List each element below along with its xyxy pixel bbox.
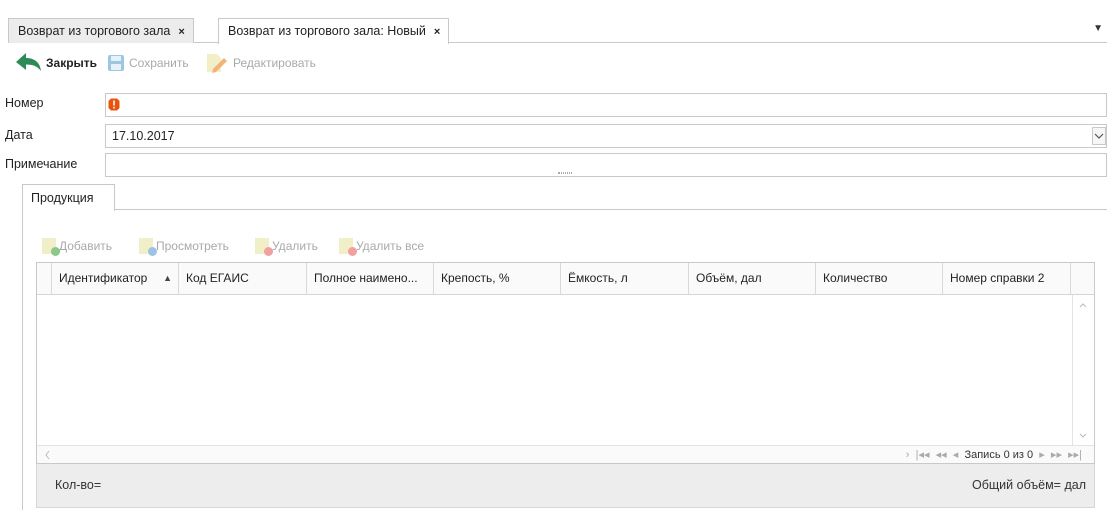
delete-button-label: Удалить: [272, 239, 318, 253]
chevron-down-icon: [1094, 133, 1104, 139]
products-table: Идентификатор ▲ Код ЕГАИС Полное наимено…: [36, 262, 1095, 464]
scroll-up-icon[interactable]: [1073, 299, 1093, 311]
scroll-left-icon[interactable]: [41, 448, 55, 462]
tab-return-new[interactable]: Возврат из торгового зала: Новый ×: [218, 18, 450, 44]
count-summary: Кол-во=: [55, 478, 102, 492]
inner-tab-bar: Продукция: [22, 181, 1107, 211]
tab-return-list[interactable]: Возврат из торгового зала ×: [8, 18, 194, 43]
close-tab-icon[interactable]: ×: [178, 26, 184, 38]
column-header-label: Ёмкость, л: [568, 271, 628, 285]
next-record-icon[interactable]: ▸: [1039, 449, 1045, 461]
note-field[interactable]: [105, 153, 1107, 177]
view-button[interactable]: Просмотреть: [139, 236, 229, 256]
row-selector-header: [37, 263, 52, 294]
back-arrow-icon: [16, 53, 41, 71]
tab-products-label: Продукция: [31, 191, 94, 205]
floppy-disk-icon: [108, 55, 124, 71]
delete-all-button-label: Удалить все: [356, 239, 425, 253]
column-header-certificate-number[interactable]: Номер справки 2: [943, 263, 1071, 294]
error-icon: [108, 98, 120, 111]
close-button-label: Закрыть: [46, 56, 98, 70]
pager-text: Запись 0 из 0: [964, 449, 1034, 461]
prev-page-icon[interactable]: ◂◂: [936, 449, 947, 461]
horizontal-scrollbar[interactable]: › |◂◂ ◂◂ ◂ Запись 0 из 0 ▸ ▸▸ ▸▸|: [37, 445, 1094, 463]
date-dropdown-button[interactable]: [1092, 127, 1106, 145]
tab-label: Возврат из торгового зала: [18, 24, 171, 38]
delete-button[interactable]: Удалить: [255, 236, 318, 256]
vertical-scrollbar[interactable]: [1072, 295, 1094, 446]
column-header-full-name[interactable]: Полное наимено...: [307, 263, 434, 294]
delete-all-button[interactable]: Удалить все: [339, 236, 424, 256]
delete-all-icon: [339, 238, 357, 256]
column-header-quantity[interactable]: Количество: [816, 263, 943, 294]
save-button-label: Сохранить: [129, 56, 189, 70]
scroll-down-icon[interactable]: [1073, 430, 1093, 442]
date-value: 17.10.2017: [112, 129, 175, 143]
close-tab-icon[interactable]: ×: [434, 26, 440, 38]
delete-icon: [255, 238, 273, 256]
prev-record-icon[interactable]: ◂: [953, 449, 959, 461]
document-tab-strip: Возврат из торгового зала × Возврат из то…: [8, 14, 1107, 44]
column-header-volume[interactable]: Объём, дал: [689, 263, 816, 294]
column-header-identifier[interactable]: Идентификатор ▲: [52, 263, 179, 294]
add-icon: [42, 238, 60, 256]
volume-summary: Общий объём= дал: [972, 478, 1086, 492]
date-label: Дата: [5, 128, 33, 142]
tab-products[interactable]: Продукция: [22, 184, 115, 211]
last-page-icon[interactable]: ▸▸|: [1068, 449, 1082, 461]
first-page-icon[interactable]: |◂◂: [916, 449, 930, 461]
column-header-label: Крепость, %: [441, 271, 510, 285]
column-header-egais-code[interactable]: Код ЕГАИС: [179, 263, 307, 294]
date-field[interactable]: 17.10.2017: [105, 124, 1107, 148]
edit-document-icon: [207, 54, 227, 73]
resize-grip[interactable]: [558, 172, 572, 174]
column-header-capacity[interactable]: Ёмкость, л: [561, 263, 689, 294]
view-button-label: Просмотреть: [156, 239, 229, 253]
number-field[interactable]: [105, 93, 1107, 117]
pager: › |◂◂ ◂◂ ◂ Запись 0 из 0 ▸ ▸▸ ▸▸|: [906, 448, 1082, 461]
column-header-label: Количество: [823, 271, 888, 285]
tab-list-dropdown-icon[interactable]: ▼: [1093, 23, 1103, 34]
sort-ascending-icon[interactable]: ▲: [163, 263, 172, 294]
note-label: Примечание: [5, 157, 78, 171]
number-label: Номер: [5, 96, 44, 110]
add-button[interactable]: Добавить: [42, 236, 112, 256]
table-header: Идентификатор ▲ Код ЕГАИС Полное наимено…: [37, 263, 1094, 295]
column-header-label: Код ЕГАИС: [186, 271, 249, 285]
column-header-label: Объём, дал: [696, 271, 762, 285]
scroll-right-icon[interactable]: ›: [906, 449, 910, 461]
view-icon: [139, 238, 157, 256]
edit-button-label: Редактировать: [233, 56, 316, 70]
edit-button[interactable]: Редактировать: [205, 52, 316, 74]
tab-label: Возврат из торгового зала: Новый: [228, 24, 426, 38]
save-button[interactable]: Сохранить: [107, 52, 189, 74]
column-header-label: Номер справки 2: [950, 271, 1045, 285]
column-header-strength[interactable]: Крепость, %: [434, 263, 561, 294]
next-page-icon[interactable]: ▸▸: [1051, 449, 1062, 461]
column-header-label: Идентификатор: [59, 271, 148, 285]
summary-footer: Кол-во= Общий объём= дал: [36, 464, 1095, 508]
add-button-label: Добавить: [59, 239, 113, 253]
column-header-label: Полное наимено...: [314, 271, 418, 285]
close-button[interactable]: Закрыть: [14, 52, 97, 74]
